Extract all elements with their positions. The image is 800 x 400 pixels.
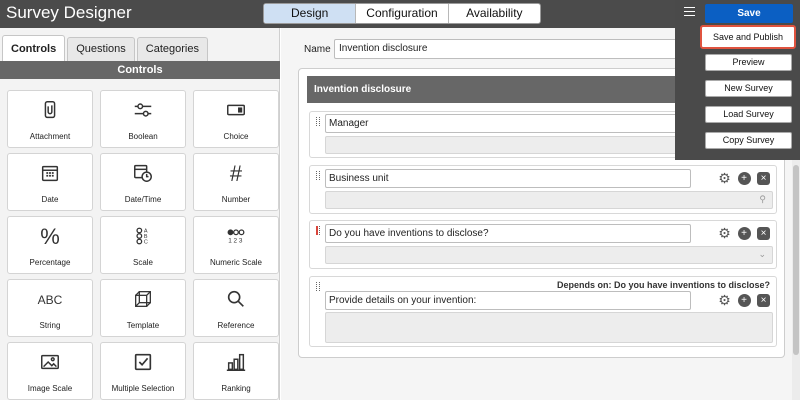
control-template[interactable]: Template [100,279,186,337]
survey-name-input[interactable]: Invention disclosure [334,39,694,59]
control-string[interactable]: ABC String [7,279,93,337]
question-card[interactable]: Business unit ⚙ + × ⚲ [309,165,777,214]
svg-text:C: C [144,239,148,245]
settings-icon[interactable]: ⚙ [718,226,731,240]
copy-survey-button[interactable]: Copy Survey [705,132,792,149]
hash-icon: # [229,161,243,186]
control-label: Scale [132,258,153,267]
control-label: Date [41,195,59,204]
scale-abc-icon: ABC [101,225,185,249]
control-multiple-selection[interactable]: Multiple Selection [100,342,186,400]
svg-text:1 2 3: 1 2 3 [228,237,243,244]
tab-categories[interactable]: Categories [136,37,208,61]
app-title: Survey Designer [6,3,132,22]
question-text-input[interactable]: Manager [325,114,691,133]
add-icon[interactable]: + [737,294,751,307]
control-label: Template [126,321,160,330]
settings-icon[interactable]: ⚙ [718,171,731,185]
control-scale[interactable]: ABC Scale [100,216,186,274]
control-choice[interactable]: Choice [193,90,279,148]
add-icon[interactable]: + [737,172,751,185]
control-label: Numeric Scale [209,258,262,267]
control-label: Percentage [29,258,71,267]
control-label: Image Scale [27,384,73,393]
control-label: Choice [223,132,249,141]
control-label: Reference [217,321,255,330]
survey-name-label: Name [304,44,331,55]
control-percentage[interactable]: % Percentage [7,216,93,274]
save-and-publish-button[interactable]: Save and Publish [700,25,796,49]
control-ranking[interactable]: Ranking [193,342,279,400]
preview-button[interactable]: Preview [705,54,792,71]
control-attachment[interactable]: Attachment [7,90,93,148]
question-card[interactable]: Do you have inventions to disclose? ⚙ + … [309,220,777,269]
control-label: Ranking [221,384,251,393]
drag-handle-icon[interactable] [316,117,320,126]
close-icon[interactable]: × [757,294,770,307]
control-reference[interactable]: Reference [193,279,279,337]
checkbox-icon [101,351,185,375]
calendar-clock-icon [101,162,185,186]
top-tab-bar: Design Configuration Availability [263,3,541,24]
bar-chart-icon [194,351,278,375]
answer-preview [325,312,773,343]
numeric-scale-icon: 1 2 3 [194,225,278,249]
answer-preview: ⌄ [325,246,773,264]
controls-heading: Controls [0,61,280,79]
tab-configuration[interactable]: Configuration [356,4,449,23]
scrollbar-thumb[interactable] [793,165,799,355]
dropdown-choice-icon [194,99,278,123]
close-icon[interactable]: × [757,172,770,185]
settings-icon[interactable]: ⚙ [718,293,731,307]
magnifier-icon [194,288,278,312]
depends-on-label: Depends on: Do you have inventions to di… [556,280,770,290]
sidebar-tabs: Controls Questions Categories [2,35,210,61]
tab-questions[interactable]: Questions [67,37,135,61]
tab-availability[interactable]: Availability [449,4,540,23]
question-actions: ⚙ + × [718,226,770,241]
control-label: String [39,321,61,330]
control-date-time[interactable]: Date/Time [100,153,186,211]
drag-handle-icon[interactable] [316,282,320,291]
controls-sidebar: Controls Questions Categories Controls A… [0,28,280,400]
question-actions: ⚙ + × [718,171,770,186]
hamburger-menu-icon[interactable] [684,7,695,16]
new-survey-button[interactable]: New Survey [705,80,792,97]
drag-handle-icon[interactable] [316,171,320,180]
load-survey-button[interactable]: Load Survey [705,106,792,123]
save-button[interactable]: Save [705,4,793,23]
cube-icon [101,288,185,312]
control-number[interactable]: # Number [193,153,279,211]
control-boolean[interactable]: Boolean [100,90,186,148]
abc-text-icon: ABC [37,293,63,307]
control-label: Date/Time [124,195,162,204]
answer-preview: ⚲ [325,191,773,209]
control-label: Attachment [29,132,71,141]
tab-controls[interactable]: Controls [2,35,66,61]
attachment-icon [8,99,92,123]
question-card[interactable]: Depends on: Do you have inventions to di… [309,276,777,347]
calendar-icon [8,162,92,186]
control-date[interactable]: Date [7,153,93,211]
control-image-scale[interactable]: Image Scale [7,342,93,400]
control-numeric-scale[interactable]: 1 2 3 Numeric Scale [193,216,279,274]
image-icon [8,351,92,375]
question-actions: ⚙ + × [718,293,770,308]
add-icon[interactable]: + [737,227,751,240]
toggle-icon [101,99,185,123]
control-label: Boolean [128,132,158,141]
question-text-input[interactable]: Provide details on your invention: [325,291,691,310]
control-label: Number [221,195,251,204]
close-icon[interactable]: × [757,227,770,240]
control-label: Multiple Selection [111,384,175,393]
tab-design[interactable]: Design [264,4,357,23]
percent-icon: % [40,224,60,249]
chevron-down-icon: ⌄ [758,249,766,259]
search-icon: ⚲ [759,194,766,204]
controls-grid: Attachment Boolean Choice Date Date/Time [7,90,279,400]
question-text-input[interactable]: Business unit [325,169,691,188]
drag-handle-icon[interactable] [316,226,320,235]
question-text-input[interactable]: Do you have inventions to disclose? [325,224,691,243]
